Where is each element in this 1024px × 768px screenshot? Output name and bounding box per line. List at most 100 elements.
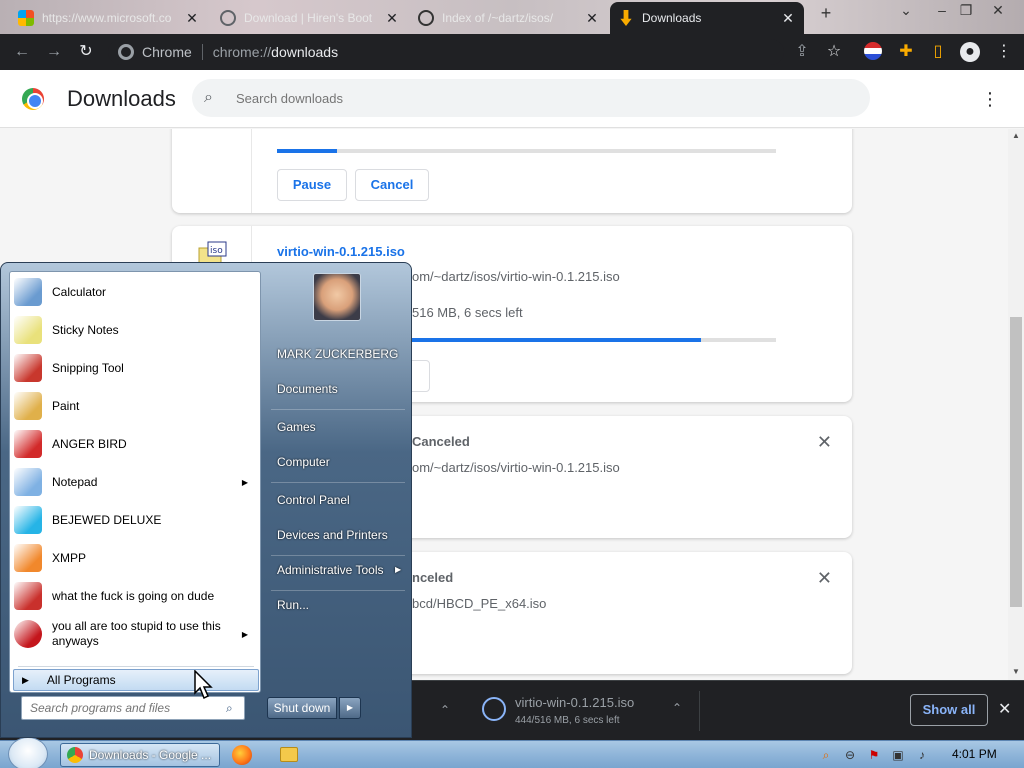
search-input[interactable]: [236, 90, 836, 106]
all-programs-label: All Programs: [46, 673, 116, 687]
program-bird-2[interactable]: what the fuck is going on dude: [14, 578, 258, 614]
start-search-input[interactable]: [30, 701, 226, 715]
show-all-button[interactable]: Show all: [910, 694, 988, 726]
side-panel-icon[interactable]: ▯: [928, 42, 948, 62]
program-snipping-tool[interactable]: Snipping Tool: [14, 350, 258, 386]
chrome-icon: [118, 44, 134, 60]
pause-button[interactable]: Pause: [277, 169, 347, 201]
close-window-button[interactable]: ✕: [986, 2, 1010, 24]
close-tab-icon[interactable]: ✕: [780, 10, 796, 27]
close-tab-icon[interactable]: ✕: [384, 10, 400, 27]
firefox-icon[interactable]: [232, 745, 252, 765]
shut-down-button[interactable]: Shut down: [267, 697, 337, 719]
chevron-up-icon[interactable]: ⌃: [672, 701, 682, 715]
menu-kebab-icon[interactable]: ⋮: [994, 42, 1014, 62]
tab-index-isos[interactable]: Index of /~dartz/isos/ ✕: [410, 2, 608, 34]
program-sticky-notes[interactable]: Sticky Notes: [14, 312, 258, 348]
maximize-button[interactable]: ❐: [954, 2, 978, 24]
source-url[interactable]: bcd/HBCD_PE_x64.iso: [412, 596, 546, 611]
cancel-button[interactable]: Cancel: [355, 169, 429, 201]
scroll-thumb[interactable]: [1010, 317, 1022, 607]
user-name-link[interactable]: MARK ZUCKERBERG: [277, 347, 398, 361]
download-icon: [618, 10, 634, 26]
more-actions-icon[interactable]: ⋮: [980, 88, 1000, 110]
divider: [18, 666, 254, 667]
flag-tray-icon[interactable]: ⚑: [866, 747, 882, 763]
sticky-notes-icon: [14, 316, 42, 344]
submenu-arrow-icon[interactable]: ▶: [242, 630, 248, 639]
shelf-file-name: virtio-win-0.1.215.iso: [515, 695, 635, 710]
control-panel-link[interactable]: Control Panel: [277, 493, 350, 507]
download-card: Pause Cancel: [172, 129, 852, 213]
tab-title: Downloads: [642, 11, 702, 25]
chevron-up-icon[interactable]: ⌃: [440, 703, 450, 717]
program-notepad[interactable]: Notepad ▶: [14, 464, 258, 500]
share-icon[interactable]: ⇪: [792, 42, 812, 62]
tab-microsoft[interactable]: https://www.microsoft.co ✕: [10, 2, 208, 34]
scroll-down-icon[interactable]: ▼: [1012, 667, 1020, 676]
search-tray-icon[interactable]: ⌕: [818, 747, 834, 763]
divider: [271, 555, 405, 556]
program-xmpp[interactable]: XMPP: [14, 540, 258, 576]
devices-printers-link[interactable]: Devices and Printers: [277, 528, 388, 542]
close-shelf-icon[interactable]: ✕: [998, 699, 1011, 719]
submenu-arrow-icon[interactable]: ▶: [242, 478, 248, 487]
microsoft-icon: [18, 10, 34, 26]
divider: [271, 482, 405, 483]
divider: [271, 409, 405, 410]
remove-from-list-icon[interactable]: ✕: [817, 432, 832, 453]
program-devcpp[interactable]: you all are too stupid to use this anywa…: [14, 616, 258, 652]
user-avatar[interactable]: [313, 273, 361, 321]
documents-link[interactable]: Documents: [277, 382, 338, 396]
computer-link[interactable]: Computer: [277, 455, 330, 469]
tab-downloads[interactable]: Downloads ✕: [610, 2, 804, 34]
profile-avatar-icon[interactable]: ●: [960, 42, 980, 62]
games-link[interactable]: Games: [277, 420, 316, 434]
minus-tray-icon[interactable]: ⊖: [842, 747, 858, 763]
system-clock[interactable]: 4:01 PM: [952, 747, 997, 761]
search-downloads-box[interactable]: ⌕: [192, 79, 870, 117]
source-url[interactable]: om/~dartz/isos/virtio-win-0.1.215.iso: [412, 269, 620, 284]
download-progress-icon: [482, 697, 506, 721]
bookmark-star-icon[interactable]: ☆: [824, 42, 844, 62]
page-title: Downloads: [67, 86, 176, 111]
run-link[interactable]: Run...: [277, 598, 309, 612]
file-name-link[interactable]: virtio-win-0.1.215.iso: [277, 244, 405, 259]
new-tab-button[interactable]: +: [814, 2, 838, 24]
scissors-icon: [14, 354, 42, 382]
page-scrollbar[interactable]: ▲ ▼: [1008, 129, 1024, 680]
network-tray-icon[interactable]: ▣: [890, 747, 906, 763]
program-bejewed[interactable]: BEJEWED DELUXE: [14, 502, 258, 538]
tab-hirens[interactable]: Download | Hiren's Boot ✕: [212, 2, 408, 34]
program-calculator[interactable]: Calculator: [14, 274, 258, 310]
tab-search-icon[interactable]: ⌄: [894, 2, 918, 24]
start-button[interactable]: [8, 737, 48, 768]
taskbar-chrome-button[interactable]: Downloads - Google ...: [60, 743, 220, 767]
folder-icon[interactable]: [280, 747, 298, 762]
close-tab-icon[interactable]: ✕: [184, 10, 200, 27]
address-bar[interactable]: Chrome chrome:// downloads: [108, 39, 784, 65]
program-label: Sticky Notes: [52, 323, 119, 337]
shutdown-options-icon[interactable]: ▶: [339, 697, 361, 719]
extensions-puzzle-icon[interactable]: ✚: [896, 42, 916, 62]
tab-title: Download | Hiren's Boot: [244, 11, 373, 25]
reload-icon[interactable]: ↻: [76, 42, 96, 62]
scroll-up-icon[interactable]: ▲: [1012, 131, 1020, 140]
forward-icon[interactable]: →: [44, 42, 64, 62]
calculator-icon: [14, 278, 42, 306]
minimize-button[interactable]: –: [930, 2, 954, 24]
all-programs-button[interactable]: ▶ All Programs: [13, 669, 259, 691]
shelf-download-item[interactable]: virtio-win-0.1.215.iso 444/516 MB, 6 sec…: [480, 691, 700, 731]
program-label: you all are too stupid to use this anywa…: [52, 619, 221, 648]
close-tab-icon[interactable]: ✕: [584, 10, 600, 27]
extension-flag-icon[interactable]: [864, 42, 882, 60]
program-anger-bird[interactable]: ANGER BIRD: [14, 426, 258, 462]
back-icon[interactable]: ←: [12, 42, 32, 62]
taskbar: Downloads - Google ... ⌕ ⊖ ⚑ ▣ ♪ 4:01 PM: [0, 737, 1024, 768]
program-paint[interactable]: Paint: [14, 388, 258, 424]
source-url[interactable]: om/~dartz/isos/virtio-win-0.1.215.iso: [412, 460, 620, 475]
volume-tray-icon[interactable]: ♪: [914, 747, 930, 763]
administrative-tools-link[interactable]: Administrative Tools ▶: [277, 563, 407, 577]
tab-strip: https://www.microsoft.co ✕ Download | Hi…: [0, 0, 1024, 34]
remove-from-list-icon[interactable]: ✕: [817, 568, 832, 589]
